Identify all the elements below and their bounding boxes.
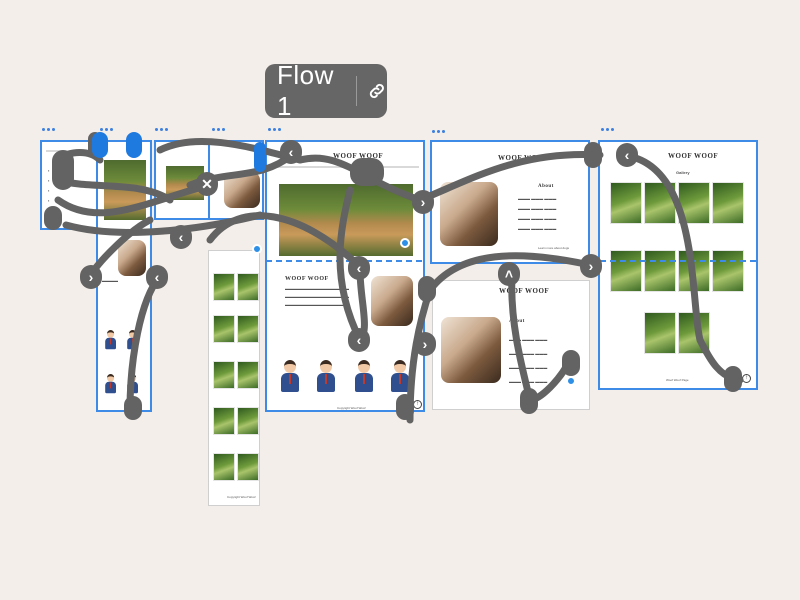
chevron-right-icon[interactable]: › [80, 265, 102, 289]
connector-end[interactable] [724, 366, 742, 392]
connector-end[interactable] [396, 394, 414, 420]
chevron-up-icon[interactable]: ˄ [498, 262, 520, 286]
connector-end[interactable] [44, 206, 62, 230]
connector-end[interactable] [350, 158, 384, 186]
chevron-left-icon[interactable]: ‹ [348, 256, 370, 280]
hotspot-pin[interactable] [566, 376, 576, 386]
chevron-left-icon[interactable]: ‹ [146, 265, 168, 289]
connector-end[interactable] [520, 388, 538, 414]
chevron-left-icon[interactable]: ‹ [170, 225, 192, 249]
connector-wires [54, 137, 744, 424]
connector-start-handle[interactable] [126, 132, 142, 158]
chevron-right-icon[interactable]: › [414, 332, 436, 356]
close-icon[interactable]: ✕ [196, 172, 218, 196]
chevron-right-icon[interactable]: › [412, 190, 434, 214]
chevron-left-icon[interactable]: ‹ [348, 328, 370, 352]
prototype-canvas[interactable]: Flow 1 ▪ ▪ ▪ ▪ ▬▬▬▬ Copyright Woof Woof … [0, 0, 800, 600]
connector-end[interactable] [418, 276, 436, 302]
chevron-left-icon[interactable]: ‹ [280, 140, 302, 164]
connector-end[interactable] [562, 350, 580, 376]
connector-end[interactable] [584, 142, 602, 168]
connector-end[interactable] [52, 150, 74, 190]
connector-start-handle[interactable] [92, 132, 108, 158]
connector-end[interactable] [124, 396, 142, 420]
chevron-left-icon[interactable]: ‹ [616, 143, 638, 167]
chevron-right-icon[interactable]: › [580, 254, 602, 278]
hotspot-pin[interactable] [252, 244, 262, 254]
hotspot-pin[interactable] [400, 238, 410, 248]
connector-start-handle[interactable] [254, 142, 266, 172]
